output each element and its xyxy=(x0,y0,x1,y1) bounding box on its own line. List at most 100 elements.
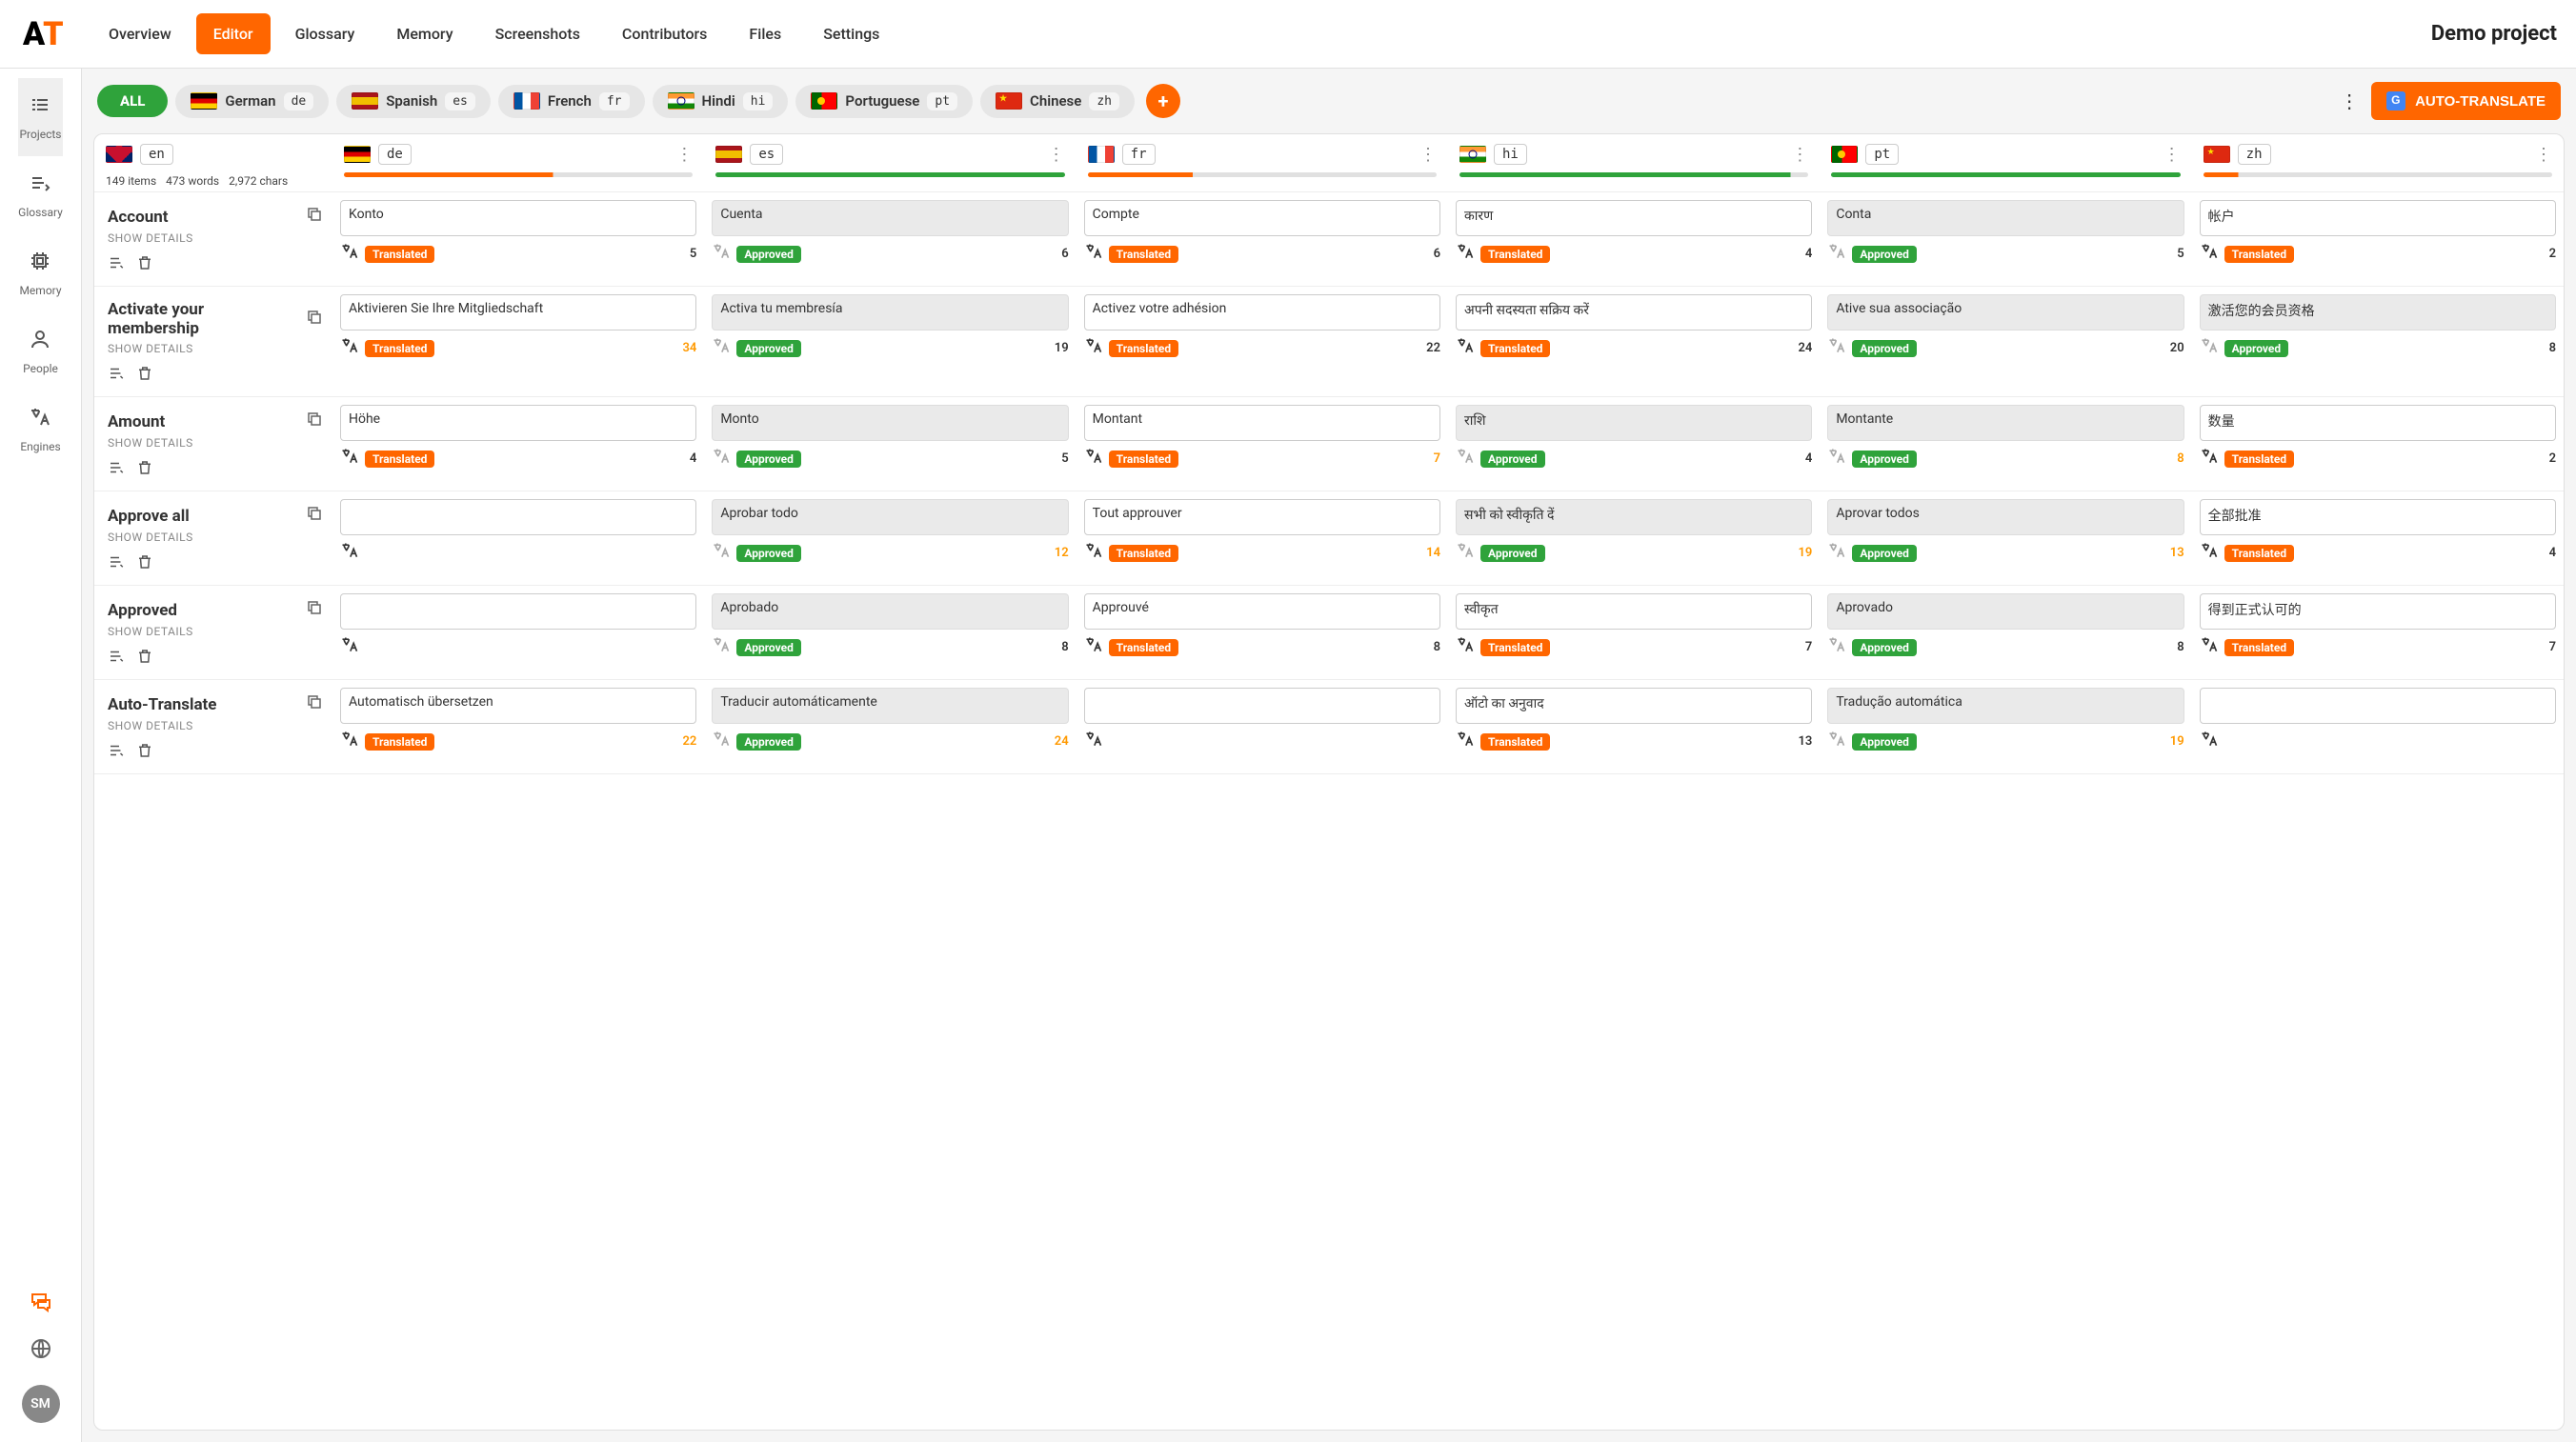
translate-icon[interactable] xyxy=(1456,730,1475,753)
note-icon[interactable] xyxy=(108,648,125,670)
topnav-contributors[interactable]: Contributors xyxy=(605,13,725,54)
trash-icon[interactable] xyxy=(136,742,153,764)
sidebar-item-memory[interactable]: Memory xyxy=(18,234,63,312)
translate-icon[interactable] xyxy=(1827,447,1846,471)
more-icon[interactable]: ⋮ xyxy=(2335,90,2364,112)
copy-icon[interactable] xyxy=(306,505,323,527)
show-details[interactable]: SHOW DETAILS xyxy=(108,231,323,245)
copy-icon[interactable] xyxy=(306,206,323,228)
translation-input[interactable]: Aprobar todo xyxy=(712,499,1068,535)
col-more-icon[interactable]: ⋮ xyxy=(2163,145,2181,165)
col-more-icon[interactable]: ⋮ xyxy=(675,145,693,165)
trash-icon[interactable] xyxy=(136,459,153,481)
translation-input[interactable]: Activa tu membresía xyxy=(712,294,1068,330)
translate-icon[interactable] xyxy=(1827,242,1846,266)
translate-icon[interactable] xyxy=(1827,541,1846,565)
sidebar-item-people[interactable]: People xyxy=(18,312,63,391)
translate-icon[interactable] xyxy=(2200,447,2219,471)
col-more-icon[interactable]: ⋮ xyxy=(2535,145,2552,165)
translate-icon[interactable] xyxy=(340,541,359,565)
sidebar-item-glossary[interactable]: Glossary xyxy=(18,156,63,234)
translate-icon[interactable] xyxy=(2200,541,2219,565)
translate-icon[interactable] xyxy=(340,447,359,471)
translation-input[interactable]: Höhe xyxy=(340,405,696,441)
translation-input[interactable]: 数量 xyxy=(2200,405,2556,441)
topnav-settings[interactable]: Settings xyxy=(806,13,896,54)
translate-icon[interactable] xyxy=(1827,635,1846,659)
col-more-icon[interactable]: ⋮ xyxy=(1419,145,1437,165)
translation-input[interactable]: Montant xyxy=(1084,405,1440,441)
translation-input[interactable]: 全部批准 xyxy=(2200,499,2556,535)
translation-input[interactable]: Compte xyxy=(1084,200,1440,236)
show-details[interactable]: SHOW DETAILS xyxy=(108,531,323,544)
show-details[interactable]: SHOW DETAILS xyxy=(108,436,323,450)
translate-icon[interactable] xyxy=(340,730,359,753)
translate-icon[interactable] xyxy=(712,730,731,753)
trash-icon[interactable] xyxy=(136,254,153,276)
note-icon[interactable] xyxy=(108,553,125,575)
show-details[interactable]: SHOW DETAILS xyxy=(108,719,323,732)
lang-filter-zh[interactable]: Chinesezh xyxy=(980,85,1135,118)
globe-icon[interactable] xyxy=(30,1337,52,1366)
translation-input[interactable]: Ative sua associação xyxy=(1827,294,2184,330)
translate-icon[interactable] xyxy=(1456,635,1475,659)
copy-icon[interactable] xyxy=(306,693,323,715)
topnav-memory[interactable]: Memory xyxy=(379,13,470,54)
translation-input[interactable]: Tout approuver xyxy=(1084,499,1440,535)
trash-icon[interactable] xyxy=(136,553,153,575)
translation-input[interactable]: Monto xyxy=(712,405,1068,441)
col-more-icon[interactable]: ⋮ xyxy=(1048,145,1065,165)
auto-translate-button[interactable]: AUTO-TRANSLATE xyxy=(2371,82,2561,120)
topnav-glossary[interactable]: Glossary xyxy=(278,13,372,54)
translate-icon[interactable] xyxy=(1084,336,1103,360)
translate-icon[interactable] xyxy=(1456,242,1475,266)
translation-input[interactable]: Conta xyxy=(1827,200,2184,236)
sidebar-item-projects[interactable]: Projects xyxy=(18,78,63,156)
translation-input[interactable]: सभी को स्वीकृति दें xyxy=(1456,499,1812,535)
note-icon[interactable] xyxy=(108,459,125,481)
translate-icon[interactable] xyxy=(1084,447,1103,471)
trash-icon[interactable] xyxy=(136,648,153,670)
translation-input[interactable]: Aprobado xyxy=(712,593,1068,630)
topnav-screenshots[interactable]: Screenshots xyxy=(478,13,597,54)
translation-input[interactable]: Montante xyxy=(1827,405,2184,441)
filter-all[interactable]: ALL xyxy=(97,85,168,117)
translate-icon[interactable] xyxy=(1456,541,1475,565)
translate-icon[interactable] xyxy=(712,242,731,266)
col-more-icon[interactable]: ⋮ xyxy=(1791,145,1808,165)
translate-icon[interactable] xyxy=(712,336,731,360)
translate-icon[interactable] xyxy=(340,336,359,360)
translation-input[interactable]: Konto xyxy=(340,200,696,236)
avatar[interactable]: SM xyxy=(22,1385,60,1423)
translate-icon[interactable] xyxy=(1084,242,1103,266)
translation-input[interactable] xyxy=(340,499,696,535)
copy-icon[interactable] xyxy=(306,411,323,432)
logo[interactable]: AT xyxy=(0,15,82,53)
translation-input[interactable] xyxy=(340,593,696,630)
translate-icon[interactable] xyxy=(2200,242,2219,266)
translation-input[interactable]: Aprovar todos xyxy=(1827,499,2184,535)
translation-input[interactable]: स्वीकृत xyxy=(1456,593,1812,630)
lang-filter-de[interactable]: Germande xyxy=(175,85,329,118)
translate-icon[interactable] xyxy=(1456,336,1475,360)
translate-icon[interactable] xyxy=(2200,730,2219,753)
translate-icon[interactable] xyxy=(340,635,359,659)
translation-input[interactable]: Traducir automáticamente xyxy=(712,688,1068,724)
translation-input[interactable]: Tradução automática xyxy=(1827,688,2184,724)
translate-icon[interactable] xyxy=(1456,447,1475,471)
translate-icon[interactable] xyxy=(712,541,731,565)
translate-icon[interactable] xyxy=(712,635,731,659)
translation-input[interactable]: Approuvé xyxy=(1084,593,1440,630)
translation-input[interactable] xyxy=(2200,688,2556,724)
copy-icon[interactable] xyxy=(306,309,323,330)
translation-input[interactable]: Activez votre adhésion xyxy=(1084,294,1440,330)
translate-icon[interactable] xyxy=(1827,730,1846,753)
topnav-editor[interactable]: Editor xyxy=(196,13,271,54)
translation-input[interactable]: Aprovado xyxy=(1827,593,2184,630)
add-language-button[interactable]: + xyxy=(1146,84,1180,118)
translate-icon[interactable] xyxy=(1084,730,1103,753)
topnav-overview[interactable]: Overview xyxy=(91,13,189,54)
translate-icon[interactable] xyxy=(1084,541,1103,565)
translate-icon[interactable] xyxy=(1084,635,1103,659)
translate-icon[interactable] xyxy=(2200,336,2219,360)
